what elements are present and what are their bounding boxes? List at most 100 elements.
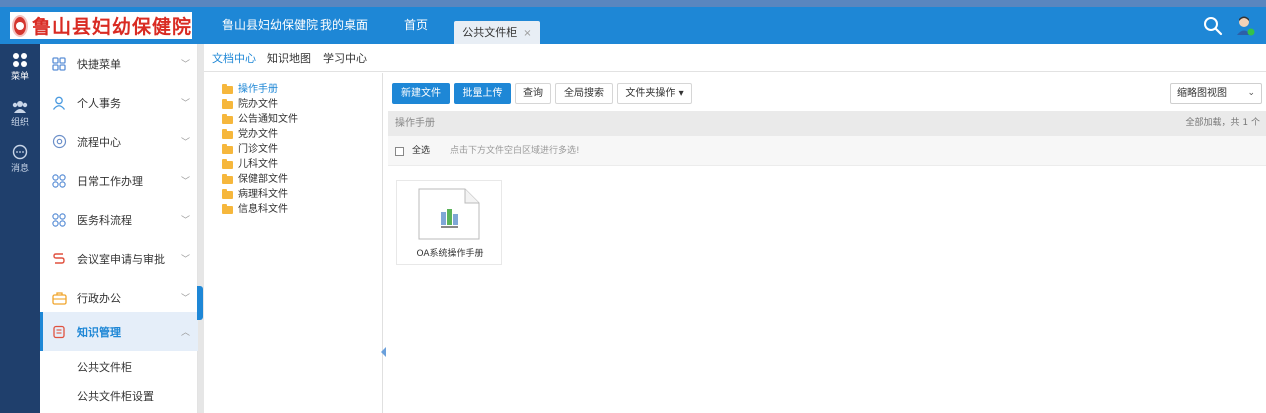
sidebar-item-label: 医务科流程 [77,213,132,227]
sidebar: 快捷菜单 ﹀ 个人事务 ﹀ 流程中心 ﹀ 日常工作办理 ﹀ 医务科流程 ﹀ 会议… [40,44,198,413]
sidebar-item-knowledge[interactable]: 知识管理 ︿ [40,312,198,351]
tree-node[interactable]: 党办文件 [222,127,278,142]
tree-node[interactable]: 病理科文件 [222,187,288,202]
tree-node-label: 党办文件 [238,129,278,140]
grid-icon [51,173,67,189]
folder-ops-dropdown[interactable]: 文件夹操作 ▾ [617,83,692,104]
tree-node[interactable]: 门诊文件 [222,142,278,157]
sidebar-item-label: 流程中心 [77,135,121,149]
tree-node[interactable]: 儿科文件 [222,157,278,172]
chevron-up-icon: ︿ [180,328,190,338]
subnav-learning-center[interactable]: 学习中心 [323,44,367,72]
briefcase-icon [51,290,67,306]
sidebar-subitem-public-cabinet[interactable]: 公共文件柜 [40,353,198,382]
current-folder: 操作手册 [395,118,435,129]
nav-my-desktop[interactable]: 我的桌面 [320,7,368,44]
tree-node-label: 门诊文件 [238,144,278,155]
close-icon[interactable]: × [523,28,531,39]
sidebar-item-label: 快捷菜单 [77,57,121,71]
tree-node[interactable]: 保健部文件 [222,172,288,187]
folder-icon [222,203,233,214]
folder-icon [222,113,233,124]
subnav-knowledge-map[interactable]: 知识地图 [267,44,311,72]
chevron-down-icon: ﹀ [180,60,190,70]
splitter-arrow-icon[interactable] [381,347,386,357]
folder-icon [222,98,233,109]
chevron-down-icon: ﹀ [180,177,190,187]
folder-icon [222,158,233,169]
view-mode-label: 缩略图视图 [1177,88,1227,99]
rail-label: 菜单 [10,72,29,82]
tree-node[interactable]: 公告通知文件 [222,112,298,127]
tree-node-label: 公告通知文件 [238,114,298,125]
tree-node[interactable]: 信息科文件 [222,202,288,217]
file-panel: 新建文件 批量上传 查询 全局搜索 文件夹操作 ▾ 缩略图视图 ⌄ 操作手册 全部… [388,73,1266,413]
sidebar-item-label: 行政办公 [77,291,121,305]
chevron-down-icon: ﹀ [180,138,190,148]
view-mode-select[interactable]: 缩略图视图 ⌄ [1170,83,1262,104]
tree-node-label: 保健部文件 [238,174,288,185]
workflow-icon [51,134,67,150]
tree-node[interactable]: 院办文件 [222,97,278,112]
folder-icon [222,128,233,139]
grid-icon [13,53,27,67]
sidebar-item-label: 知识管理 [77,325,121,339]
sidebar-item-workflow[interactable]: 流程中心 ﹀ [40,122,198,161]
global-search-button[interactable]: 全局搜索 [555,83,613,104]
document-icon [418,188,480,240]
hospital-logo: 鲁山县妇幼保健院 [10,12,192,39]
rail-messages[interactable]: 消息 [0,144,40,174]
sidebar-item-medical-flow[interactable]: 医务科流程 ﹀ [40,200,198,239]
folder-tree: 操作手册 院办文件 公告通知文件 党办文件 门诊文件 儿科文件 保健部文件 病理… [204,73,386,413]
tab-public-file-cabinet[interactable]: 公共文件柜 × [454,21,540,44]
sidebar-item-personal[interactable]: 个人事务 ﹀ [40,83,198,122]
new-file-button[interactable]: 新建文件 [392,83,450,104]
people-icon [12,101,28,113]
select-all-label[interactable]: 全选 [412,136,430,166]
folder-icon [222,188,233,199]
chevron-down-icon: ﹀ [180,255,190,265]
select-all-checkbox[interactable] [395,147,404,156]
top-header: 鲁山县妇幼保健院 鲁山县妇幼保健院 我的桌面 首页 公共文件柜 × [0,7,1266,44]
browser-strip [0,0,1266,7]
rail-label: 组织 [10,118,29,128]
file-card[interactable]: OA系统操作手册 [396,180,502,265]
tab-label: 公共文件柜 [462,26,518,39]
icon-rail: 菜单 组织 消息 [0,44,40,413]
subnav-doc-center[interactable]: 文档中心 [212,44,256,72]
chat-icon [12,144,28,160]
shortcut-icon [51,56,67,72]
tree-node-label: 儿科文件 [238,159,278,170]
caret-down-icon: ▾ [678,88,684,99]
sidebar-item-label: 个人事务 [77,96,121,110]
select-bar: 全选 点击下方文件空白区域进行多选! [388,136,1266,166]
folder-icon [222,83,233,94]
chevron-down-icon: ⌄ [1247,88,1255,98]
avatar-icon[interactable] [1235,15,1255,37]
chevron-down-icon: ﹀ [180,99,190,109]
sidebar-item-shortcuts[interactable]: 快捷菜单 ﹀ [40,44,198,83]
sidebar-item-meeting-room[interactable]: 会议室申请与审批 ﹀ [40,239,198,278]
query-button[interactable]: 查询 [515,83,551,104]
batch-upload-button[interactable]: 批量上传 [454,83,511,104]
search-icon[interactable] [1203,16,1223,36]
sub-navigation: 文档中心 知识地图 学习中心 [204,44,1266,72]
path-bar: 操作手册 全部加载，共 1 个 [388,111,1266,136]
nav-hospital[interactable]: 鲁山县妇幼保健院 [222,7,318,44]
tree-node[interactable]: 操作手册 [222,82,278,97]
rail-menu[interactable]: 菜单 [0,52,40,82]
load-summary: 全部加载，共 1 个 [1185,118,1260,128]
meeting-icon [51,251,67,267]
logo-text: 鲁山县妇幼保健院 [31,16,192,38]
sidebar-item-daily-work[interactable]: 日常工作办理 ﹀ [40,161,198,200]
book-icon [51,324,67,340]
sidebar-collapse-handle[interactable] [197,286,203,320]
rail-org[interactable]: 组织 [0,100,40,128]
tree-node-label: 病理科文件 [238,189,288,200]
sidebar-subitem-cabinet-settings[interactable]: 公共文件柜设置 [40,382,198,411]
sidebar-item-label: 会议室申请与审批 [77,252,165,266]
nav-home[interactable]: 首页 [404,7,428,44]
folder-icon [222,143,233,154]
chevron-down-icon: ﹀ [180,294,190,304]
multi-select-hint: 点击下方文件空白区域进行多选! [450,146,580,156]
